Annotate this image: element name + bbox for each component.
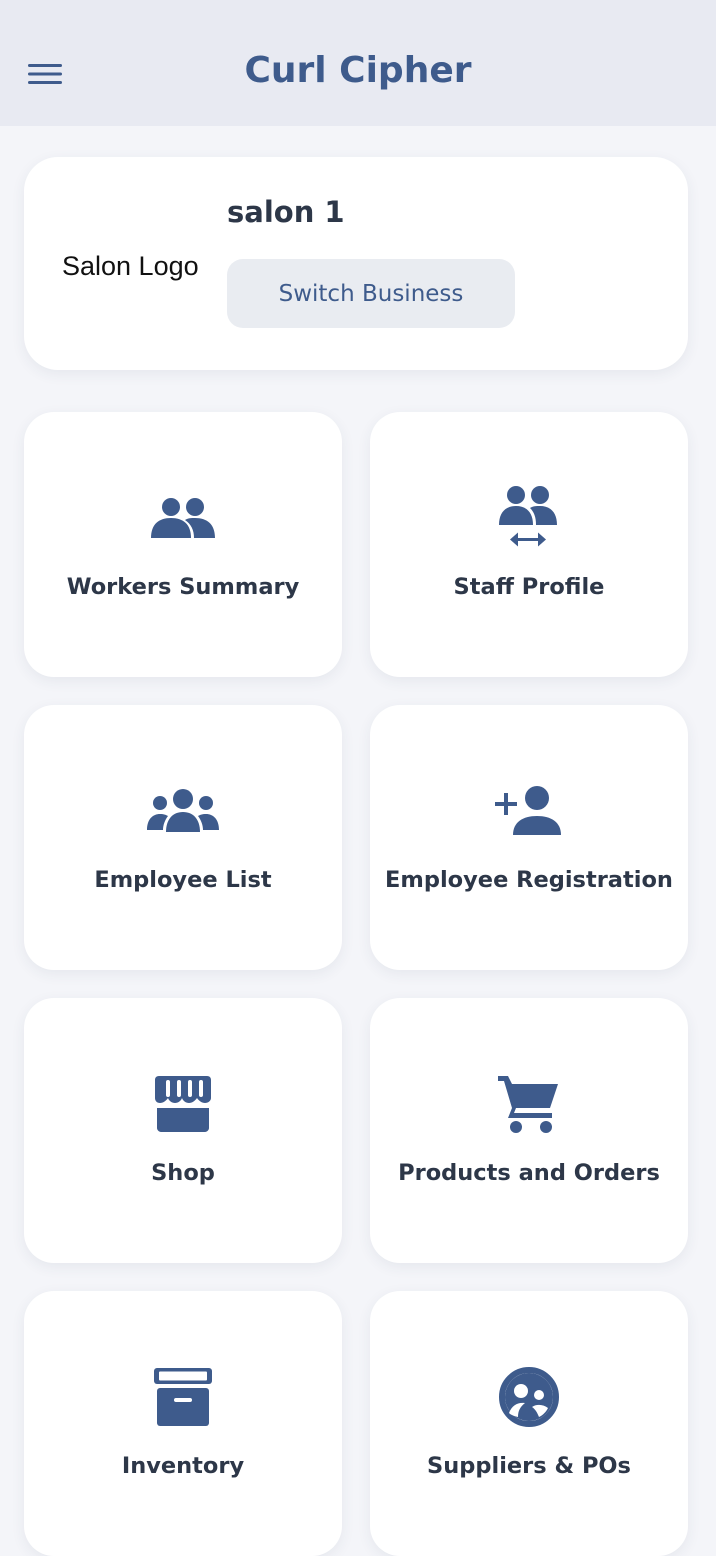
tile-shop[interactable]: Shop	[24, 998, 342, 1263]
group-three-people-icon	[147, 788, 219, 838]
app-bar: Curl Cipher	[0, 0, 716, 126]
storefront-icon	[153, 1076, 213, 1136]
business-name: salon 1	[227, 195, 345, 229]
hamburger-menu-icon	[28, 62, 62, 90]
archive-box-icon	[154, 1368, 212, 1430]
menu-button[interactable]	[22, 56, 68, 96]
tile-staff-profile[interactable]: Staff Profile	[370, 412, 688, 677]
business-card: Salon Logo salon 1 Switch Business	[24, 157, 688, 370]
people-swap-icon	[499, 485, 559, 555]
tile-label: Suppliers & POs	[427, 1453, 631, 1479]
salon-logo: Salon Logo	[62, 251, 199, 281]
tile-label: Employee Registration	[385, 867, 673, 893]
tile-label: Inventory	[121, 1453, 245, 1479]
tile-label: Products and Orders	[398, 1160, 660, 1186]
tile-label: Workers Summary	[66, 574, 300, 600]
app-title: Curl Cipher	[244, 50, 472, 91]
tile-label: Shop	[151, 1160, 215, 1186]
tile-workers-summary[interactable]: Workers Summary	[24, 412, 342, 677]
tile-employee-registration[interactable]: Employee Registration	[370, 705, 688, 970]
people-group-icon	[150, 496, 216, 544]
tile-products-and-orders[interactable]: Products and Orders	[370, 998, 688, 1263]
tile-suppliers-and-pos[interactable]: Suppliers & POs	[370, 1291, 688, 1556]
supplier-face-icon	[499, 1367, 559, 1431]
tile-label: Employee List	[94, 867, 272, 893]
tile-employee-list[interactable]: Employee List	[24, 705, 342, 970]
tile-inventory[interactable]: Inventory	[24, 1291, 342, 1556]
person-add-icon	[495, 785, 563, 841]
shopping-cart-icon	[498, 1074, 560, 1138]
tile-label: Staff Profile	[453, 574, 605, 600]
switch-business-button[interactable]: Switch Business	[227, 259, 515, 328]
